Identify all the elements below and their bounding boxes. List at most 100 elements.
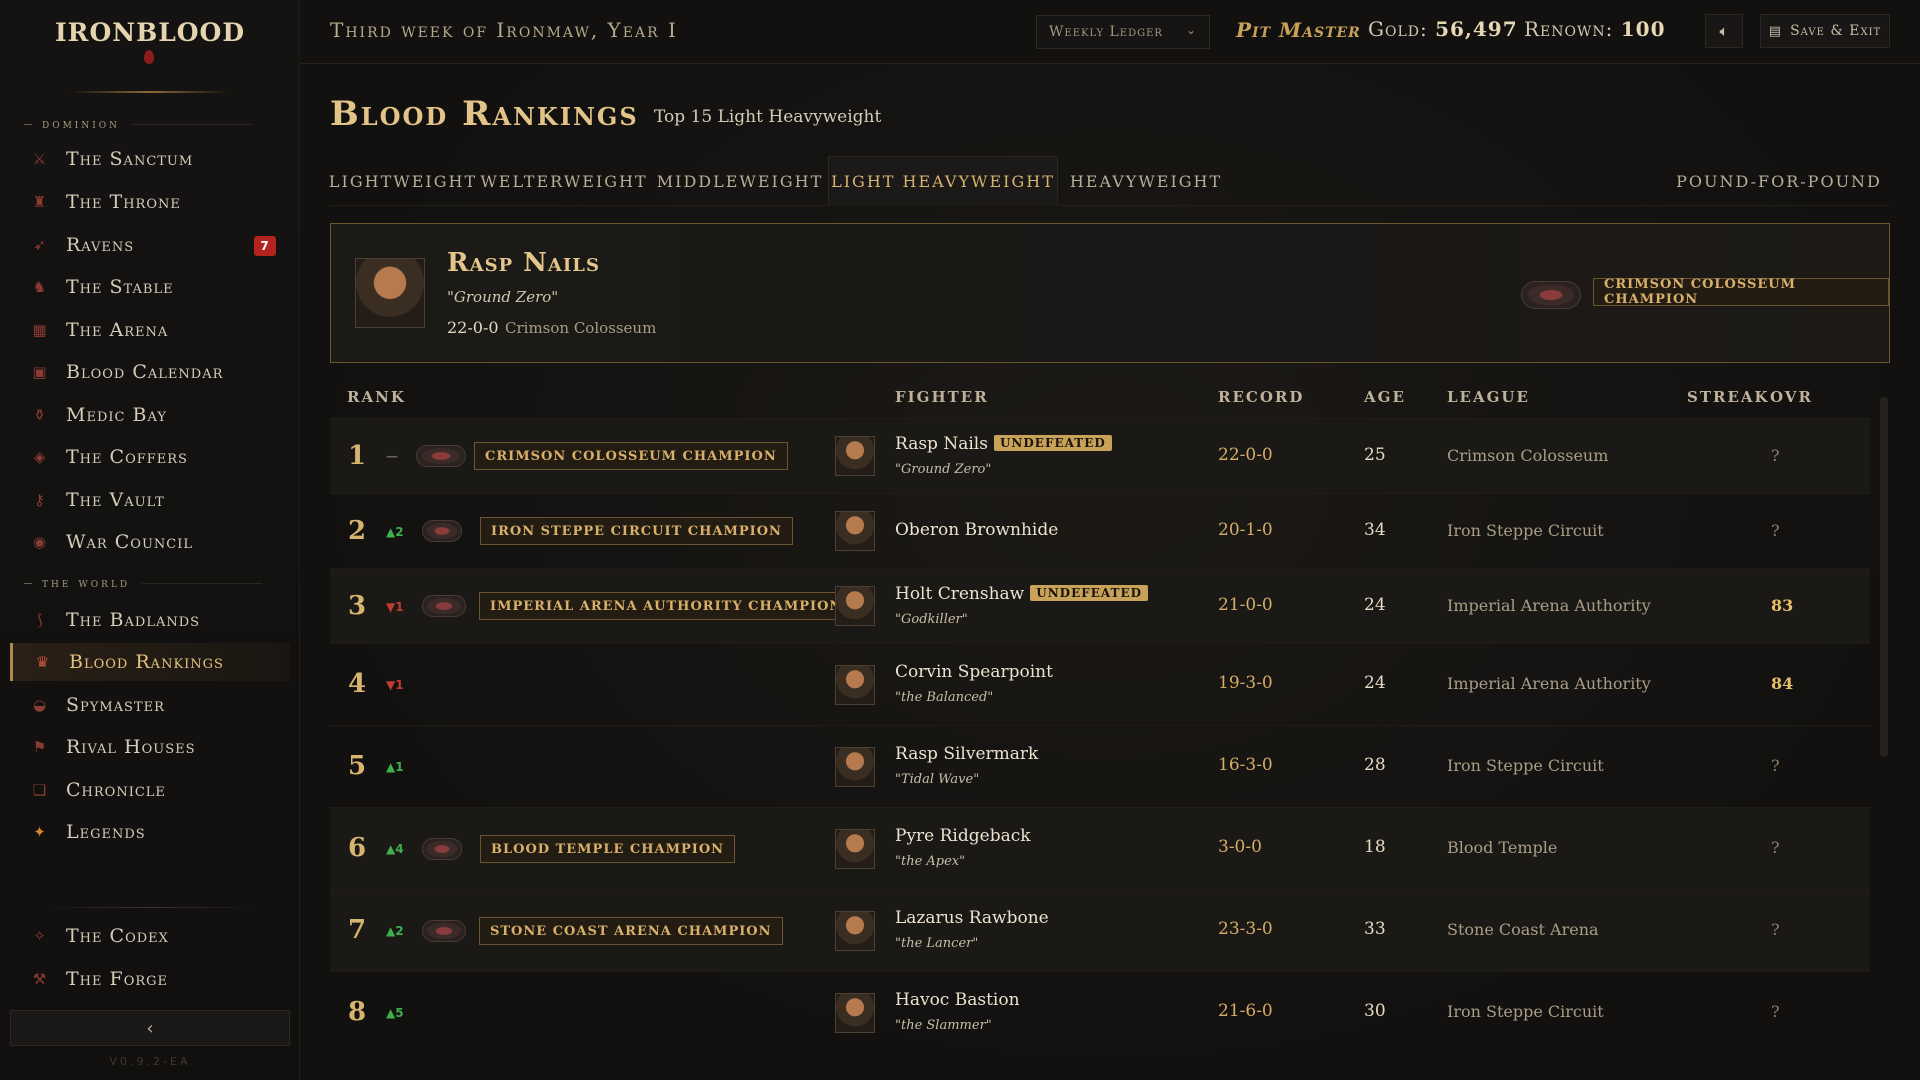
- header-record: RECORD: [1218, 388, 1305, 406]
- fighter-age: 30: [1364, 1001, 1386, 1021]
- championship-belt-icon: [1521, 281, 1581, 309]
- renown-value: 100: [1620, 17, 1666, 41]
- sidebar-item-codex[interactable]: ✧ The Codex: [10, 917, 290, 955]
- sidebar-item-chronicle[interactable]: ❏ Chronicle: [10, 771, 290, 809]
- header-ovr: OVR: [1770, 388, 1813, 406]
- sidebar-item-label: The Throne: [66, 191, 181, 213]
- tab-heavyweight[interactable]: HEAVYWEIGHT: [1058, 156, 1234, 206]
- logo: IRONBLOOD: [54, 18, 246, 47]
- ledger-label: Weekly Ledger: [1049, 24, 1163, 40]
- sidebar-item-arena[interactable]: ▦ The Arena: [10, 311, 290, 349]
- fighter-name: Rasp Nails: [895, 434, 988, 454]
- sidebar-item-label: Blood Calendar: [66, 361, 224, 383]
- sidebar-item-forge[interactable]: ⚒ The Forge: [10, 960, 290, 998]
- fighter-league: Crimson Colosseum: [1447, 446, 1609, 465]
- fighter-name-line[interactable]: Rasp Nails UNDEFEATED: [895, 434, 1112, 454]
- rank-number: 6: [348, 833, 367, 863]
- table-row[interactable]: 8 ▲5 Havoc Bastion "the Slammer" 21-6-0 …: [330, 971, 1870, 1053]
- collapse-sidebar-button[interactable]: ‹: [10, 1010, 290, 1046]
- table-row[interactable]: 7 ▲2 STONE COAST ARENA CHAMPION Lazarus …: [330, 889, 1870, 971]
- page-subtitle: Top 15 Light Heavyweight: [654, 107, 882, 127]
- fighter-nickname: "Godkiller": [895, 612, 968, 627]
- tab-light-heavyweight[interactable]: LIGHT HEAVYWEIGHT: [828, 156, 1058, 206]
- chevron-left-icon: ‹: [146, 1017, 154, 1039]
- sidebar-item-ravens[interactable]: ➶ Ravens 7: [10, 226, 290, 264]
- fighter-league: Imperial Arena Authority: [1447, 596, 1651, 615]
- sidebar-item-spymaster[interactable]: ◒ Spymaster: [10, 686, 290, 724]
- title-badge: BLOOD TEMPLE CHAMPION: [480, 835, 736, 863]
- codex-icon: ✧: [33, 927, 47, 945]
- fighter-ovr: 84: [1771, 674, 1794, 693]
- fighter-nickname: "the Apex": [895, 854, 966, 869]
- sidebar-item-legends[interactable]: ✦ Legends: [10, 813, 290, 851]
- arena-icon: ▦: [32, 321, 48, 339]
- fighter-name: Oberon Brownhide: [895, 520, 1059, 540]
- championship-belt-icon: [422, 520, 462, 542]
- sidebar-item-blood-calendar[interactable]: ▣ Blood Calendar: [10, 353, 290, 391]
- chevron-down-icon: ⌄: [1185, 23, 1197, 37]
- sidebar-item-label: The Arena: [66, 319, 169, 341]
- fighter-ovr: 83: [1771, 596, 1794, 615]
- fighter-nickname: "Tidal Wave": [895, 772, 980, 787]
- sidebar-item-medic-bay[interactable]: ⚱ Medic Bay: [10, 396, 290, 434]
- sidebar-item-war-council[interactable]: ◉ War Council: [10, 523, 290, 561]
- title-badge: IRON STEPPE CIRCUIT CHAMPION: [480, 517, 793, 545]
- fighter-league: Blood Temple: [1447, 838, 1558, 857]
- fighter-record: 21-6-0: [1218, 1001, 1273, 1021]
- fighter-name: Pyre Ridgeback: [895, 826, 1031, 846]
- sidebar-item-vault[interactable]: ⚷ The Vault: [10, 481, 290, 519]
- fighter-nickname: "the Lancer": [895, 936, 979, 951]
- weekly-ledger-dropdown[interactable]: Weekly Ledger ⌄: [1036, 15, 1210, 49]
- throne-icon: ♜: [32, 193, 48, 211]
- horse-icon: ♞: [32, 278, 48, 296]
- sidebar-item-badlands[interactable]: ⟆ The Badlands: [10, 601, 290, 639]
- sidebar-item-label: Ravens: [66, 234, 135, 256]
- table-row[interactable]: 5 ▲1 Rasp Silvermark "Tidal Wave" 16-3-0…: [330, 725, 1870, 807]
- sidebar-item-stable[interactable]: ♞ The Stable: [10, 268, 290, 306]
- section-dominion: dominion: [24, 117, 253, 132]
- header-league: LEAGUE: [1447, 388, 1530, 406]
- table-row[interactable]: 3 ▼1 IMPERIAL ARENA AUTHORITY CHAMPION H…: [330, 568, 1870, 643]
- fighter-name: Havoc Bastion: [895, 990, 1020, 1010]
- undefeated-badge: UNDEFEATED: [993, 435, 1112, 451]
- sidebar-item-label: Blood Rankings: [69, 651, 224, 673]
- sidebar-item-coffers[interactable]: ◈ The Coffers: [10, 438, 290, 476]
- fighter-record: 22-0-0: [1218, 445, 1273, 465]
- rank-number: 5: [348, 751, 367, 781]
- header-fighter: FIGHTER: [895, 388, 989, 406]
- top-bar: Third week of Ironmaw, Year I Weekly Led…: [300, 0, 1920, 64]
- sound-button[interactable]: 🔈︎: [1705, 14, 1743, 48]
- champion-name: Rasp Nails: [447, 248, 600, 278]
- fighter-name-line[interactable]: Holt Crenshaw UNDEFEATED: [895, 584, 1149, 604]
- sidebar-item-sanctum[interactable]: ⚔ The Sanctum: [10, 140, 290, 178]
- tab-pound-for-pound[interactable]: POUND-FOR-POUND: [1670, 156, 1888, 206]
- sidebar: IRONBLOOD dominion ⚔ The Sanctum ♜ The Thr…: [0, 0, 300, 1080]
- championship-belt-icon: [422, 595, 466, 617]
- sidebar-item-rival-houses[interactable]: ⚑ Rival Houses: [10, 728, 290, 766]
- renown-label: Renown:: [1524, 17, 1614, 41]
- sidebar-item-blood-rankings[interactable]: ♛ Blood Rankings: [10, 643, 290, 681]
- fighter-record: 16-3-0: [1218, 755, 1273, 775]
- sidebar-item-label: The Badlands: [66, 609, 201, 631]
- table-scrollbar[interactable]: [1880, 397, 1888, 757]
- tab-middleweight[interactable]: MIDDLEWEIGHT: [652, 156, 828, 206]
- section-label: dominion: [42, 117, 121, 132]
- save-exit-button[interactable]: ▤ Save & Exit: [1760, 14, 1890, 48]
- fighter-portrait: [835, 511, 875, 551]
- rank-change: ▼1: [386, 678, 404, 692]
- fighter-portrait: [835, 436, 875, 476]
- table-row[interactable]: 4 ▼1 Corvin Spearpoint "the Balanced" 19…: [330, 643, 1870, 725]
- fighter-record: 19-3-0: [1218, 673, 1273, 693]
- title-badge: STONE COAST ARENA CHAMPION: [479, 917, 783, 945]
- table-row[interactable]: 6 ▲4 BLOOD TEMPLE CHAMPION Pyre Ridgebac…: [330, 807, 1870, 889]
- week-title: Third week of Ironmaw, Year I: [330, 18, 678, 42]
- eye-icon: ◉: [32, 533, 48, 551]
- champion-card[interactable]: Rasp Nails "Ground Zero" 22-0-0 Crimson …: [330, 223, 1890, 363]
- tab-lightweight[interactable]: LIGHTWEIGHT: [329, 156, 476, 206]
- rank-number: 7: [348, 915, 367, 945]
- sidebar-item-throne[interactable]: ♜ The Throne: [10, 183, 290, 221]
- tab-welterweight[interactable]: WELTERWEIGHT: [476, 156, 652, 206]
- rank-change: ▲5: [386, 1006, 404, 1020]
- table-row[interactable]: 1 — CRIMSON COLOSSEUM CHAMPION Rasp Nail…: [330, 418, 1870, 493]
- table-row[interactable]: 2 ▲2 IRON STEPPE CIRCUIT CHAMPION Oberon…: [330, 493, 1870, 568]
